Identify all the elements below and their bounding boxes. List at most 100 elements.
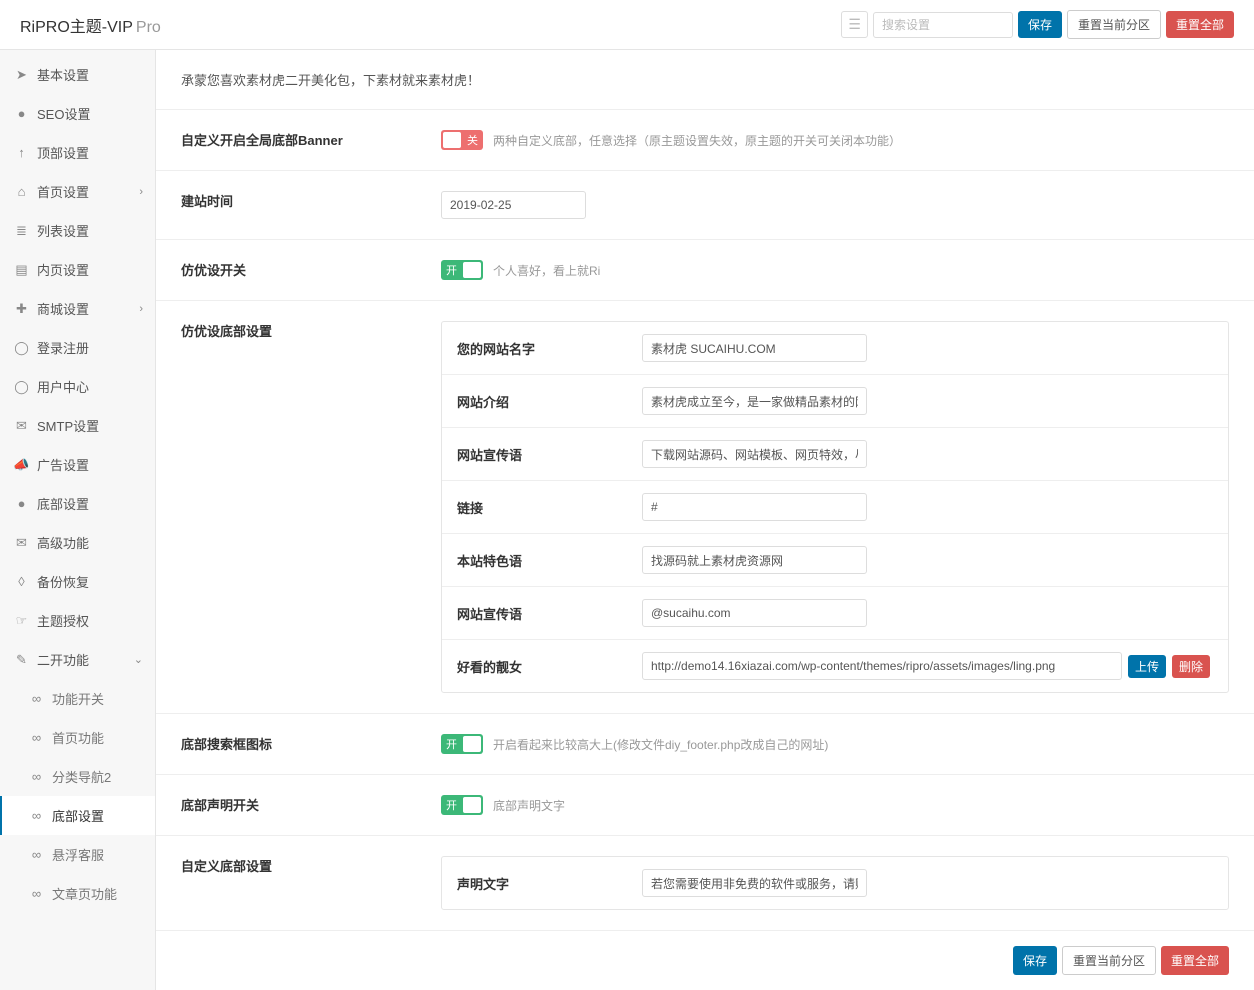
reset-all-button[interactable]: 重置全部 [1166, 11, 1234, 38]
search-input[interactable] [873, 12, 1013, 38]
panel-input[interactable] [642, 387, 867, 415]
chevron-icon: › [139, 303, 143, 315]
panel-row: 声明文字 [442, 857, 1228, 909]
sidebar-item-2[interactable]: ↑顶部设置 [0, 133, 155, 172]
panel-row: 好看的靓女上传删除 [442, 640, 1228, 692]
envelope-icon: ✉ [15, 536, 28, 549]
section-fangyou-switch: 仿优设开关 开 个人喜好，看上就Ri [156, 240, 1254, 301]
panel-input[interactable] [642, 546, 867, 574]
sidebar-item-9[interactable]: ✉SMTP设置 [0, 406, 155, 445]
sidebar-item-label: 备份恢复 [37, 572, 89, 591]
sidebar-item-11[interactable]: ●底部设置 [0, 484, 155, 523]
panel-input[interactable] [642, 599, 867, 627]
shield-icon: ◊ [15, 575, 28, 588]
chevron-icon: ⌄ [134, 653, 143, 666]
brand: RiPRO主题-VIPPro [20, 13, 161, 37]
sidebar-item-0[interactable]: ➤基本设置 [0, 55, 155, 94]
chevron-icon: › [139, 186, 143, 198]
sidebar-item-14[interactable]: ☞ 主题授权 [0, 601, 155, 640]
sidebar-item-4[interactable]: ≣列表设置 [0, 211, 155, 250]
panel-row-label: 网站介绍 [457, 392, 642, 411]
sidebar-item-8[interactable]: ◯用户中心 [0, 367, 155, 406]
panel-row-label: 好看的靓女 [457, 657, 642, 676]
panel-input[interactable] [642, 869, 867, 897]
sidebar-item-15[interactable]: ✎二开功能⌄ [0, 640, 155, 679]
sidebar-item-12[interactable]: ✉ 高级功能 [0, 523, 155, 562]
panel-input[interactable] [642, 334, 867, 362]
brand-title: RiPRO主题-VIP [20, 19, 133, 36]
link-icon: ∞ [30, 692, 43, 705]
section-custom-footer: 自定义底部设置 声明文字 [156, 836, 1254, 930]
sidebar-item-10[interactable]: 📣广告设置 [0, 445, 155, 484]
panel-row-label: 网站宣传语 [457, 445, 642, 464]
panel-row: 您的网站名字 [442, 322, 1228, 375]
search-icon-toggle[interactable]: 开 [441, 734, 483, 754]
sidebar-item-1[interactable]: ●SEO设置 [0, 94, 155, 133]
top-bar: RiPRO主题-VIPPro ☰ 保存 重置当前分区 重置全部 [0, 0, 1254, 50]
sidebar-item-17[interactable]: ∞首页功能 [0, 718, 155, 757]
panel-input[interactable] [642, 652, 1122, 680]
list-icon[interactable]: ☰ [841, 11, 868, 38]
panel-row: 网站宣传语 [442, 428, 1228, 481]
sidebar-item-18[interactable]: ∞分类导航2 [0, 757, 155, 796]
build-time-input[interactable] [441, 191, 586, 219]
panel-row-field [642, 440, 1213, 468]
panel-row-field [642, 546, 1213, 574]
panel-row-field: 上传删除 [642, 652, 1213, 680]
fangyou-toggle[interactable]: 开 [441, 260, 483, 280]
panel-row-label: 本站特色语 [457, 551, 642, 570]
sidebar-item-19[interactable]: ∞底部设置 [0, 796, 155, 835]
section-banner: 自定义开启全局底部Banner 关 两种自定义底部，任意选择（原主题设置失效，原… [156, 110, 1254, 171]
sidebar-item-label: 首页设置 [37, 182, 89, 201]
sidebar-item-3[interactable]: ⌂ 首页设置 › [0, 172, 155, 211]
hand-icon: ☞ [15, 614, 28, 627]
panel-row-field [642, 869, 1213, 897]
reset-section-button[interactable]: 重置当前分区 [1067, 10, 1161, 39]
sidebar-item-16[interactable]: ∞功能开关 [0, 679, 155, 718]
section-build-time: 建站时间 [156, 171, 1254, 240]
sidebar-item-5[interactable]: ▤内页设置 [0, 250, 155, 289]
sidebar: ➤基本设置●SEO设置↑顶部设置 ⌂ 首页设置 › ≣列表设置▤内页设置✚商城设置›◯登… [0, 50, 156, 990]
sidebar-item-7[interactable]: ◯登录注册 [0, 328, 155, 367]
reset-all-button-bottom[interactable]: 重置全部 [1161, 946, 1229, 975]
panel-row-label: 网站宣传语 [457, 604, 642, 623]
file-icon: ▤ [15, 263, 28, 276]
sidebar-item-label: 文章页功能 [52, 884, 117, 903]
panel-input[interactable] [642, 440, 867, 468]
sidebar-item-label: 二开功能 [37, 650, 89, 669]
sidebar-item-13[interactable]: ◊ 备份恢复 [0, 562, 155, 601]
delete-button[interactable]: 删除 [1172, 655, 1210, 678]
sidebar-item-label: 主题授权 [37, 611, 89, 630]
sidebar-item-label: 悬浮客服 [52, 845, 104, 864]
topbar-actions: ☰ 保存 重置当前分区 重置全部 [841, 10, 1234, 39]
brand-sub: Pro [136, 19, 161, 36]
link-icon: ∞ [30, 848, 43, 861]
link-icon: ∞ [30, 731, 43, 744]
panel-row-field [642, 493, 1213, 521]
link-icon: ∞ [30, 809, 43, 822]
save-button[interactable]: 保存 [1018, 11, 1062, 38]
fangyou-panel: 您的网站名字网站介绍网站宣传语链接本站特色语网站宣传语好看的靓女上传删除 [441, 321, 1229, 693]
sidebar-item-label: 分类导航2 [52, 767, 111, 786]
bullhorn-icon: 📣 [15, 458, 28, 471]
custom-footer-panel: 声明文字 [441, 856, 1229, 910]
banner-toggle[interactable]: 关 [441, 130, 483, 150]
statement-hint: 底部声明文字 [493, 797, 565, 814]
home-icon: ⌂ [15, 185, 28, 198]
save-button-bottom[interactable]: 保存 [1013, 946, 1057, 975]
panel-input[interactable] [642, 493, 867, 521]
sidebar-item-label: 高级功能 [37, 533, 89, 552]
reset-section-button-bottom[interactable]: 重置当前分区 [1062, 946, 1156, 975]
sidebar-item-21[interactable]: ∞文章页功能 [0, 874, 155, 913]
fangyou-switch-label: 仿优设开关 [181, 260, 441, 280]
section-search-icon: 底部搜索框图标 开 开启看起来比较高大上(修改文件diy_footer.php改… [156, 714, 1254, 775]
build-time-label: 建站时间 [181, 191, 441, 219]
statement-toggle[interactable]: 开 [441, 795, 483, 815]
sidebar-item-label: 底部设置 [37, 494, 89, 513]
banner-hint: 两种自定义底部，任意选择（原主题设置失效，原主题的开关可关闭本功能） [493, 132, 901, 149]
sidebar-item-20[interactable]: ∞ 悬浮客服 [0, 835, 155, 874]
fangyou-panel-label: 仿优设底部设置 [181, 321, 441, 693]
sidebar-item-6[interactable]: ✚商城设置› [0, 289, 155, 328]
upload-button[interactable]: 上传 [1128, 655, 1166, 678]
panel-row-label: 声明文字 [457, 874, 642, 893]
